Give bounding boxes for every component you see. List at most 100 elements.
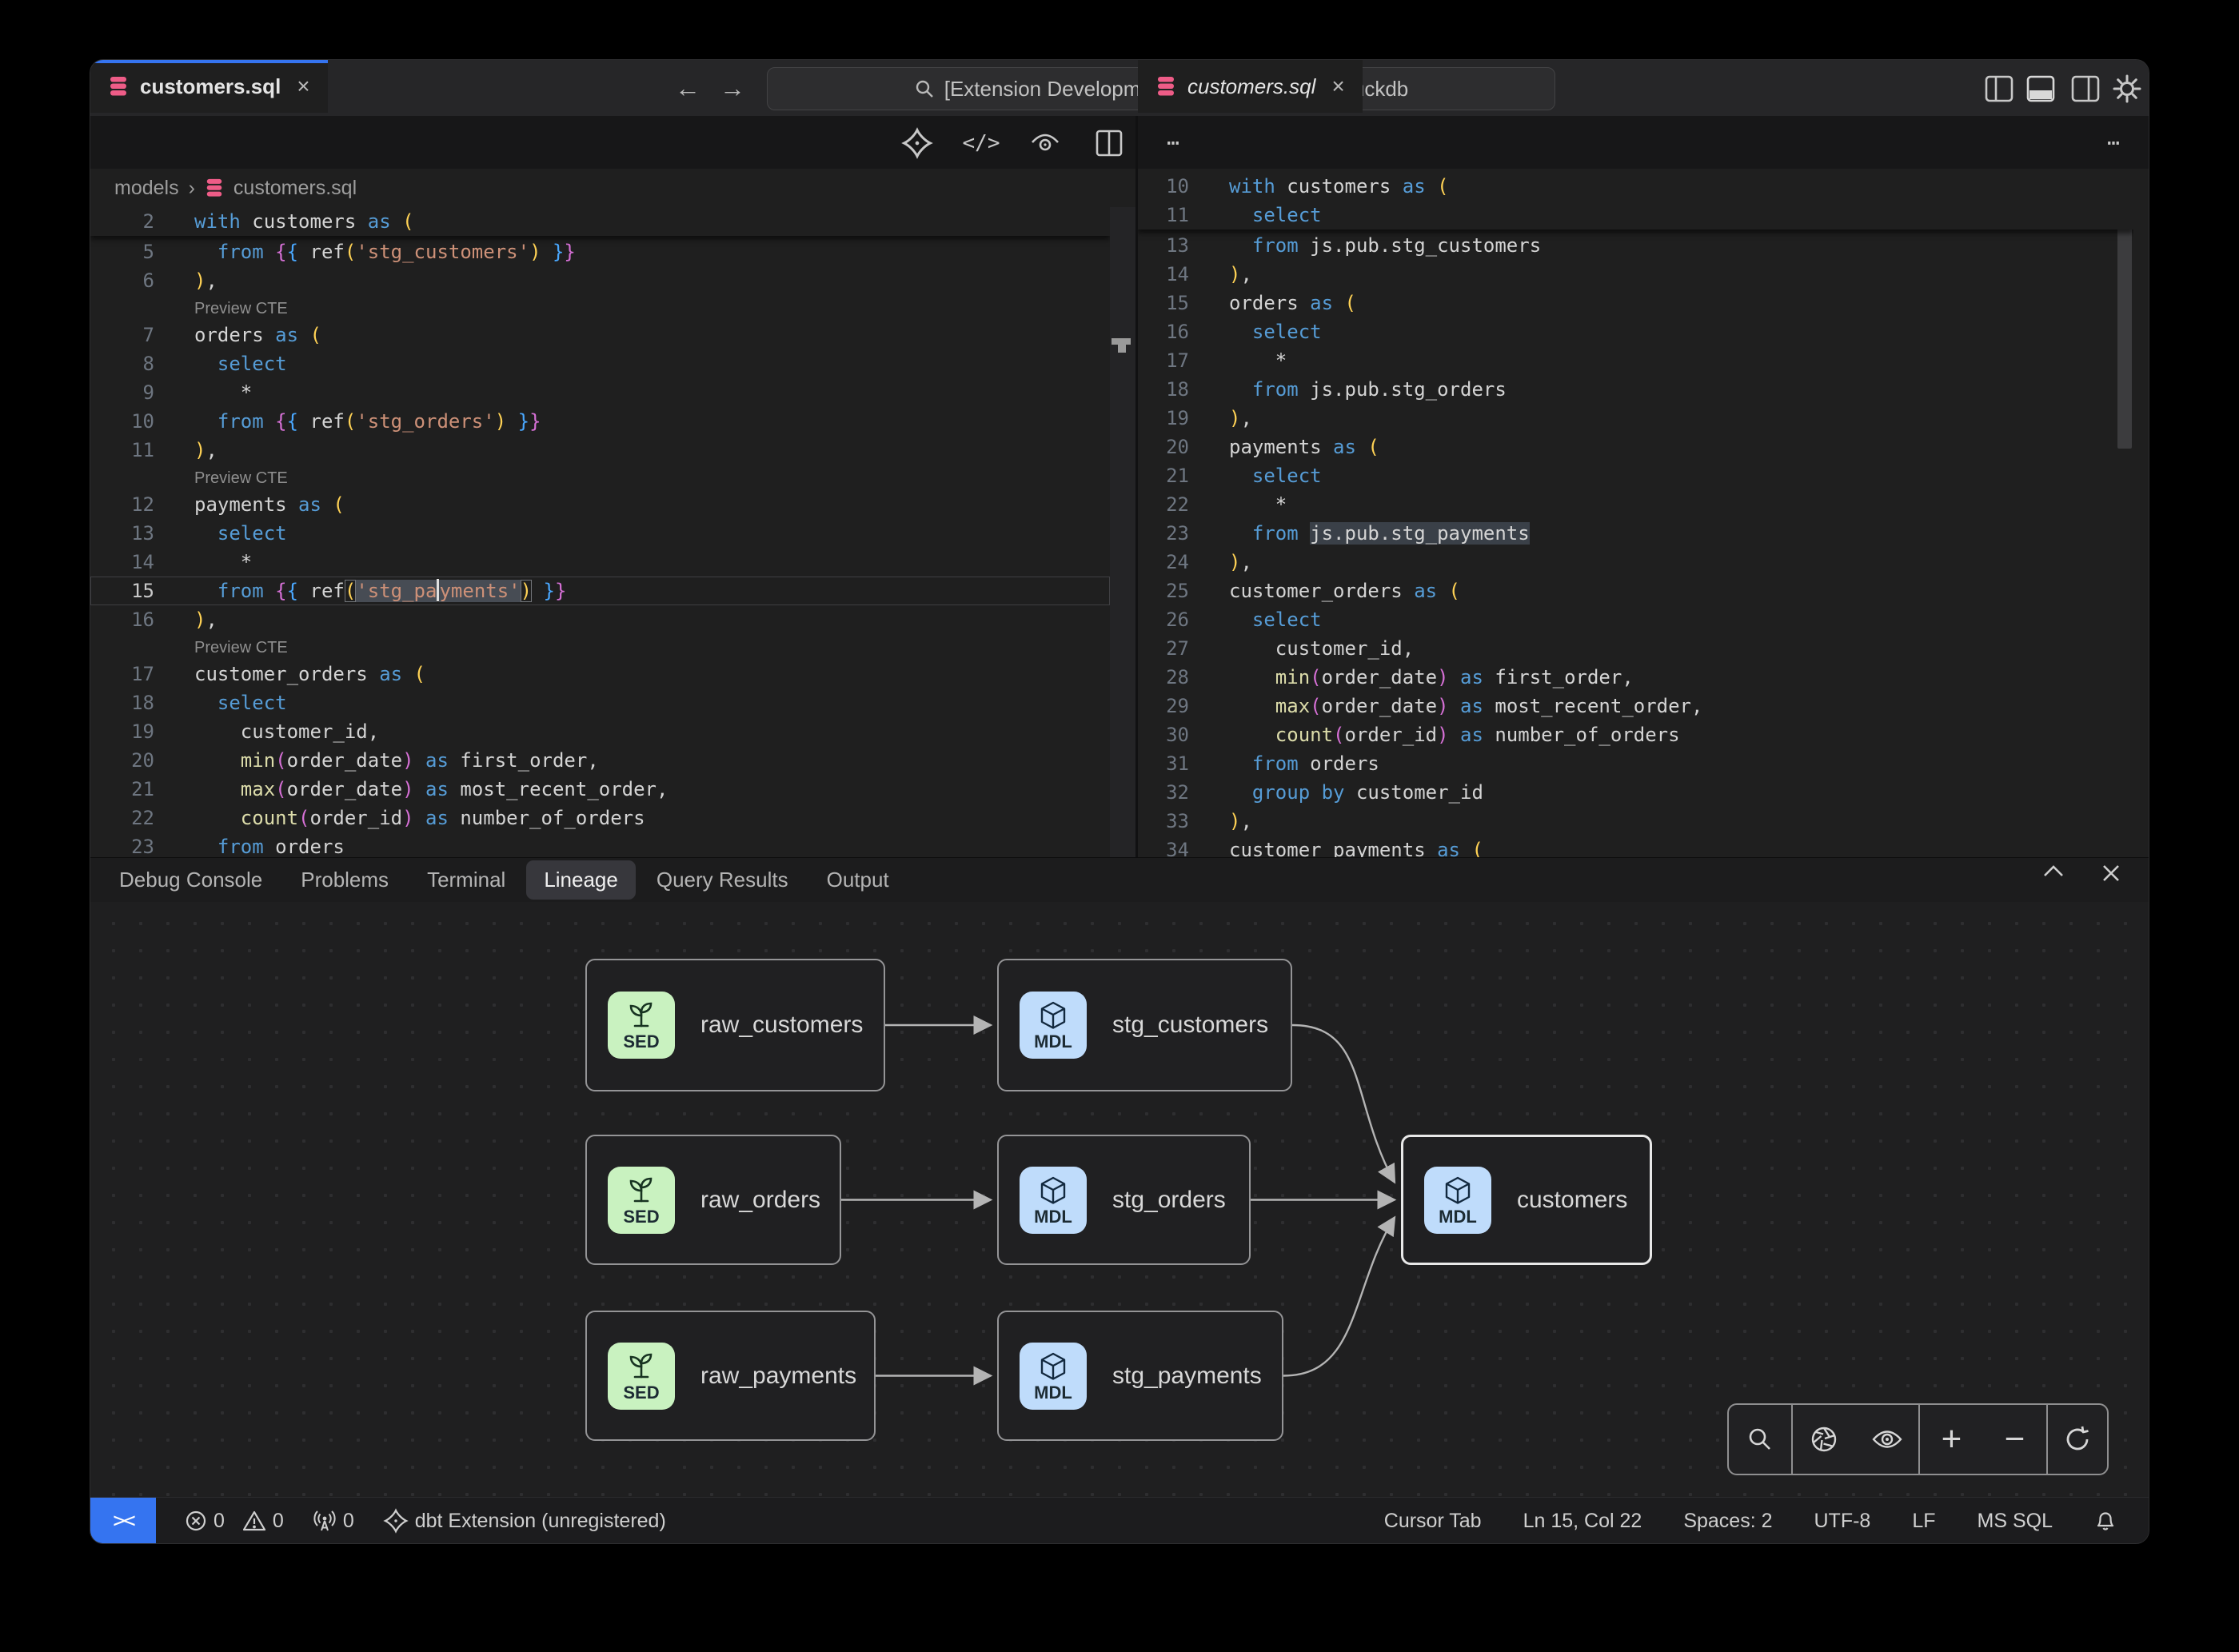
code-line-right-26[interactable]: 26 select	[1138, 605, 2133, 634]
lineage-node-raw_payments[interactable]: SEDraw_payments	[585, 1311, 876, 1441]
editor-left[interactable]: 2with customers as ( 5 from {{ ref('stg_…	[90, 207, 1110, 857]
close-tab-icon[interactable]: ×	[1331, 74, 1344, 99]
tab-customers-sql-left[interactable]: customers.sql ×	[90, 60, 328, 113]
lineage-node-raw_customers[interactable]: SEDraw_customers	[585, 959, 885, 1091]
code-line-right-32[interactable]: 32 group by customer_id	[1138, 778, 2133, 807]
breadcrumb-folder[interactable]: models	[114, 177, 179, 200]
codelens-preview-cte[interactable]: Preview CTE	[194, 634, 288, 660]
code-line-right-29[interactable]: 29 max(order_date) as most_recent_order,	[1138, 692, 2133, 720]
code-line-left-12[interactable]: 12payments as (	[90, 490, 1110, 519]
maximize-panel-icon[interactable]	[2041, 863, 2065, 884]
line-number[interactable]: 33	[1138, 807, 1189, 836]
code-line-right-11[interactable]: 11 select	[1138, 201, 2133, 229]
zoom-in-button[interactable]: +	[1927, 1415, 1975, 1463]
panel-tab-lineage[interactable]: Lineage	[526, 860, 636, 900]
close-panel-icon[interactable]	[2101, 863, 2121, 884]
line-number[interactable]: 28	[1138, 663, 1189, 692]
line-number[interactable]: 20	[1138, 433, 1189, 461]
code-line-right-22[interactable]: 22 *	[1138, 490, 2133, 519]
panel-tab-terminal[interactable]: Terminal	[427, 868, 505, 892]
status-cursor-tab[interactable]: Cursor Tab	[1384, 1510, 1482, 1533]
line-number[interactable]: 5	[90, 237, 154, 266]
line-number[interactable]: 11	[1138, 201, 1189, 229]
panel-tab-query-results[interactable]: Query Results	[657, 868, 788, 892]
line-number[interactable]: 18	[1138, 375, 1189, 404]
dbt-extension-status[interactable]: dbt Extension (unregistered)	[383, 1508, 666, 1534]
problems-status[interactable]: 0 0	[185, 1510, 284, 1533]
scrollbar-handle[interactable]	[1112, 338, 1131, 345]
line-number[interactable]: 27	[1138, 634, 1189, 663]
code-line-left-22[interactable]: 22 count(order_id) as number_of_orders	[90, 804, 1110, 832]
code-line-right-21[interactable]: 21 select	[1138, 461, 2133, 490]
more-actions-icon[interactable]: ⋯	[1155, 126, 1191, 161]
status-ms-sql[interactable]: MS SQL	[1978, 1510, 2053, 1533]
code-line-left-18[interactable]: 18 select	[90, 688, 1110, 717]
code-line-left-9[interactable]: 9 *	[90, 378, 1110, 407]
split-editor-icon[interactable]	[1092, 126, 1127, 161]
line-number[interactable]: 31	[1138, 749, 1189, 778]
line-number[interactable]: 15	[90, 577, 154, 605]
close-tab-icon[interactable]: ×	[297, 74, 309, 99]
line-number[interactable]: 23	[90, 832, 154, 857]
line-number[interactable]: 20	[90, 746, 154, 775]
code-line-right-24[interactable]: 24),	[1138, 548, 2133, 577]
preview-query-icon[interactable]	[1028, 126, 1063, 161]
code-line-right-31[interactable]: 31 from orders	[1138, 749, 2133, 778]
lineage-snapshot-icon[interactable]	[1800, 1415, 1848, 1463]
code-line-right-17[interactable]: 17 *	[1138, 346, 2133, 375]
line-number[interactable]: 10	[90, 407, 154, 436]
code-line-right-23[interactable]: 23 from js.pub.stg_payments	[1138, 519, 2133, 548]
status-ln-15-col-22[interactable]: Ln 15, Col 22	[1523, 1510, 1642, 1533]
line-number[interactable]: 16	[90, 605, 154, 634]
code-line-right-28[interactable]: 28 min(order_date) as first_order,	[1138, 663, 2133, 692]
settings-gear-icon[interactable]	[2111, 73, 2143, 105]
codelens-preview-cte[interactable]: Preview CTE	[194, 295, 288, 321]
code-line-right-16[interactable]: 16 select	[1138, 317, 2133, 346]
code-line-left-6[interactable]: 6),	[90, 266, 1110, 295]
code-line-right-15[interactable]: 15orders as (	[1138, 289, 2133, 317]
code-line-left-8[interactable]: 8 select	[90, 349, 1110, 378]
toggle-secondary-sidebar-icon[interactable]	[2069, 73, 2101, 105]
panel-tab-debug-console[interactable]: Debug Console	[119, 868, 262, 892]
zoom-out-button[interactable]: −	[1990, 1415, 2038, 1463]
status-utf-8[interactable]: UTF-8	[1814, 1510, 1871, 1533]
code-line-left-10[interactable]: 10 from {{ ref('stg_orders') }}	[90, 407, 1110, 436]
line-number[interactable]: 18	[90, 688, 154, 717]
line-number[interactable]: 22	[90, 804, 154, 832]
line-number[interactable]: 16	[1138, 317, 1189, 346]
more-actions-icon[interactable]: ⋯	[2096, 126, 2131, 161]
panel-tab-output[interactable]: Output	[827, 868, 889, 892]
lineage-node-stg_customers[interactable]: MDLstg_customers	[997, 959, 1292, 1091]
lineage-visibility-icon[interactable]	[1863, 1415, 1911, 1463]
line-number[interactable]: 22	[1138, 490, 1189, 519]
remote-indicator[interactable]: ><	[90, 1498, 156, 1543]
code-line-left-11[interactable]: 11),	[90, 436, 1110, 465]
line-number[interactable]: 19	[90, 717, 154, 746]
line-number[interactable]: 12	[90, 490, 154, 519]
code-line-right-19[interactable]: 19),	[1138, 404, 2133, 433]
line-number[interactable]: 19	[1138, 404, 1189, 433]
dbt-power-user-icon[interactable]	[900, 126, 935, 161]
line-number[interactable]: 21	[1138, 461, 1189, 490]
line-number[interactable]: 8	[90, 349, 154, 378]
back-icon[interactable]: ←	[671, 71, 704, 105]
code-line-left-19[interactable]: 19 customer_id,	[90, 717, 1110, 746]
code-line-left-14[interactable]: 14 *	[90, 548, 1110, 577]
panel-tab-problems[interactable]: Problems	[301, 868, 389, 892]
breadcrumb-file[interactable]: customers.sql	[233, 177, 357, 200]
compile-sql-icon[interactable]: </>	[964, 126, 999, 161]
line-number[interactable]: 13	[1138, 231, 1189, 260]
editor-right-preview[interactable]: 10with customers as (11 select 13 from j…	[1138, 172, 2133, 857]
status-spaces-2[interactable]: Spaces: 2	[1683, 1510, 1772, 1533]
toggle-panel-icon[interactable]	[2025, 73, 2057, 105]
line-number[interactable]: 14	[1138, 260, 1189, 289]
line-number[interactable]: 29	[1138, 692, 1189, 720]
lineage-node-customers[interactable]: MDLcustomers	[1401, 1135, 1652, 1265]
line-number[interactable]: 6	[90, 266, 154, 295]
toggle-primary-sidebar-icon[interactable]	[1983, 73, 2015, 105]
line-number[interactable]: 17	[90, 660, 154, 688]
line-number[interactable]: 11	[90, 436, 154, 465]
line-number[interactable]: 21	[90, 775, 154, 804]
code-line-right-34[interactable]: 34customer_payments as (	[1138, 836, 2133, 857]
line-number[interactable]: 13	[90, 519, 154, 548]
